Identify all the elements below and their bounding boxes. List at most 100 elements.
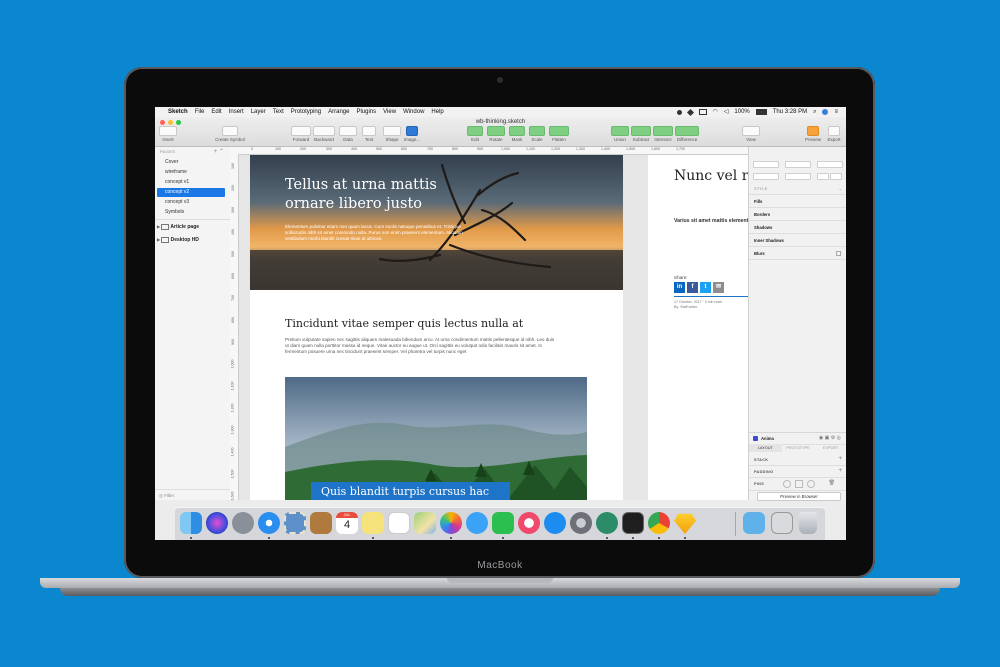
- mask-button[interactable]: Mask: [509, 126, 525, 142]
- intersect-button[interactable]: Intersect: [653, 126, 673, 142]
- chrome-icon[interactable]: [648, 512, 670, 534]
- email-icon[interactable]: ✉: [713, 282, 724, 293]
- clock[interactable]: Thu 3:28 PM: [773, 107, 807, 117]
- maps-icon[interactable]: [414, 512, 436, 534]
- mail-stamp-icon[interactable]: [284, 512, 306, 534]
- photos-icon[interactable]: [440, 512, 462, 534]
- battery-icon[interactable]: [755, 109, 767, 115]
- shadows-row[interactable]: Shadows: [749, 221, 846, 234]
- tab-export[interactable]: EXPORT: [814, 444, 846, 452]
- page-item-concept-v1[interactable]: concept v1: [157, 178, 225, 187]
- pin-icon[interactable]: [783, 480, 791, 488]
- stack-row[interactable]: STACK +: [749, 454, 846, 466]
- trash-icon[interactable]: 🗑: [829, 480, 835, 486]
- add-padding-icon[interactable]: +: [838, 468, 842, 474]
- reminders-icon[interactable]: [388, 512, 410, 534]
- page-item-symbols[interactable]: Symbols: [157, 208, 225, 217]
- dropbox-icon[interactable]: [686, 108, 694, 116]
- scale-button[interactable]: Scale: [529, 126, 545, 142]
- chevron-down-icon[interactable]: ⌄: [839, 186, 842, 191]
- system-preferences-icon[interactable]: [570, 512, 592, 534]
- calendar-icon[interactable]: JUL 4: [336, 512, 358, 534]
- add-stack-icon[interactable]: +: [838, 456, 842, 462]
- page-item-concept-v3[interactable]: concept v3: [157, 198, 225, 207]
- artboard-item-desktop-hd[interactable]: ▶ Desktop HD: [157, 235, 199, 244]
- menu-plugins[interactable]: Plugins: [356, 107, 376, 117]
- data-button[interactable]: Data: [339, 126, 357, 142]
- inspector-dropdown[interactable]: [785, 173, 811, 180]
- vertical-ruler[interactable]: 100 200 300 400 500 600 700 800 900 1,00…: [230, 154, 239, 501]
- flatten-button[interactable]: Flatten: [549, 126, 569, 142]
- page-item-concept-v2[interactable]: concept v2: [157, 188, 225, 197]
- notes-book-icon[interactable]: [310, 512, 332, 534]
- display-icon[interactable]: [698, 109, 707, 115]
- artboard-article-page[interactable]: Tellus at urna mattis ornare libero just…: [250, 155, 623, 500]
- anima-settings-icon[interactable]: ◉ ▣ ⚙ ◎: [819, 435, 841, 441]
- menu-layer[interactable]: Layer: [251, 107, 266, 117]
- shape-button[interactable]: Shape: [383, 126, 401, 142]
- borders-row[interactable]: Borders: [749, 208, 846, 221]
- artboard-desktop-hd[interactable]: Nunc vel r commodo Varius sit amet matti…: [648, 155, 748, 500]
- text-align-button[interactable]: [817, 173, 829, 180]
- preview-in-browser-button[interactable]: Preview in Browser: [757, 492, 841, 501]
- pins-row[interactable]: PINS 🗑: [749, 478, 846, 491]
- rotate-button[interactable]: Rotate: [487, 126, 505, 142]
- notification-icon[interactable]: ≡: [834, 107, 838, 117]
- fills-row[interactable]: Fills: [749, 195, 846, 208]
- menu-window[interactable]: Window: [403, 107, 424, 117]
- blurs-row[interactable]: Blurs: [749, 247, 846, 260]
- menu-help[interactable]: Help: [431, 107, 443, 117]
- launchpad-icon[interactable]: [232, 512, 254, 534]
- hero-image[interactable]: Tellus at urna mattis ornare libero just…: [250, 155, 623, 290]
- view-button[interactable]: View: [742, 126, 760, 142]
- pin-icon[interactable]: [795, 480, 803, 488]
- export-button[interactable]: Export: [824, 126, 844, 142]
- canvas[interactable]: Tellus at urna mattis ornare libero just…: [239, 155, 748, 500]
- finder-icon[interactable]: [180, 512, 202, 534]
- linkedin-icon[interactable]: in: [674, 282, 685, 293]
- backward-button[interactable]: Backward: [313, 126, 335, 142]
- search-icon[interactable]: ⌕: [813, 107, 816, 117]
- tab-layout[interactable]: LAYOUT: [749, 444, 782, 452]
- union-button[interactable]: Union: [611, 126, 629, 142]
- menu-text[interactable]: Text: [273, 107, 284, 117]
- stickies-icon[interactable]: [362, 512, 384, 534]
- sketch-icon[interactable]: [674, 513, 696, 534]
- safari-icon[interactable]: [258, 512, 280, 534]
- inspector-dropdown[interactable]: [817, 161, 843, 168]
- add-page-icon[interactable]: + ⌃: [214, 148, 224, 155]
- status-icon-a[interactable]: [676, 109, 682, 115]
- tab-prototype[interactable]: PROTOTYPE: [782, 444, 815, 452]
- trash-icon[interactable]: [799, 512, 817, 534]
- insert-button[interactable]: Insert: [159, 126, 177, 142]
- filter-field[interactable]: ◎ Filter: [155, 489, 230, 500]
- downloads-folder-icon[interactable]: [743, 512, 765, 534]
- volume-icon[interactable]: ◁: [724, 107, 729, 117]
- edit-button[interactable]: Edit: [467, 126, 483, 142]
- itunes-icon[interactable]: [518, 512, 540, 534]
- menu-edit[interactable]: Edit: [211, 107, 221, 117]
- app-store-icon[interactable]: [544, 512, 566, 534]
- image-button[interactable]: Image...: [403, 126, 421, 142]
- menu-file[interactable]: File: [195, 107, 205, 117]
- twitter-icon[interactable]: t: [700, 282, 711, 293]
- artboard-item-article-page[interactable]: ▶ Article page: [157, 222, 199, 231]
- inner-shadows-row[interactable]: Inner Shadows: [749, 234, 846, 247]
- siri-icon[interactable]: [206, 512, 228, 534]
- inspector-dropdown[interactable]: [753, 173, 779, 180]
- text-tool-button[interactable]: Text: [362, 126, 376, 142]
- facetime-icon[interactable]: [492, 512, 514, 534]
- atom-icon[interactable]: [596, 512, 618, 534]
- subtract-button[interactable]: Subtract: [631, 126, 651, 142]
- screen-sharing-icon[interactable]: [771, 512, 793, 534]
- create-symbol-button[interactable]: Create Symbol: [215, 126, 245, 142]
- facebook-icon[interactable]: f: [687, 282, 698, 293]
- wifi-icon[interactable]: ◠: [713, 107, 718, 117]
- menu-prototyping[interactable]: Prototyping: [291, 107, 321, 117]
- inspector-dropdown[interactable]: [753, 161, 779, 168]
- messages-icon[interactable]: [466, 512, 488, 534]
- page-item-cover[interactable]: Cover: [157, 158, 225, 167]
- checkbox[interactable]: [836, 251, 841, 256]
- padding-row[interactable]: PADDING +: [749, 466, 846, 478]
- forward-button[interactable]: Forward: [291, 126, 311, 142]
